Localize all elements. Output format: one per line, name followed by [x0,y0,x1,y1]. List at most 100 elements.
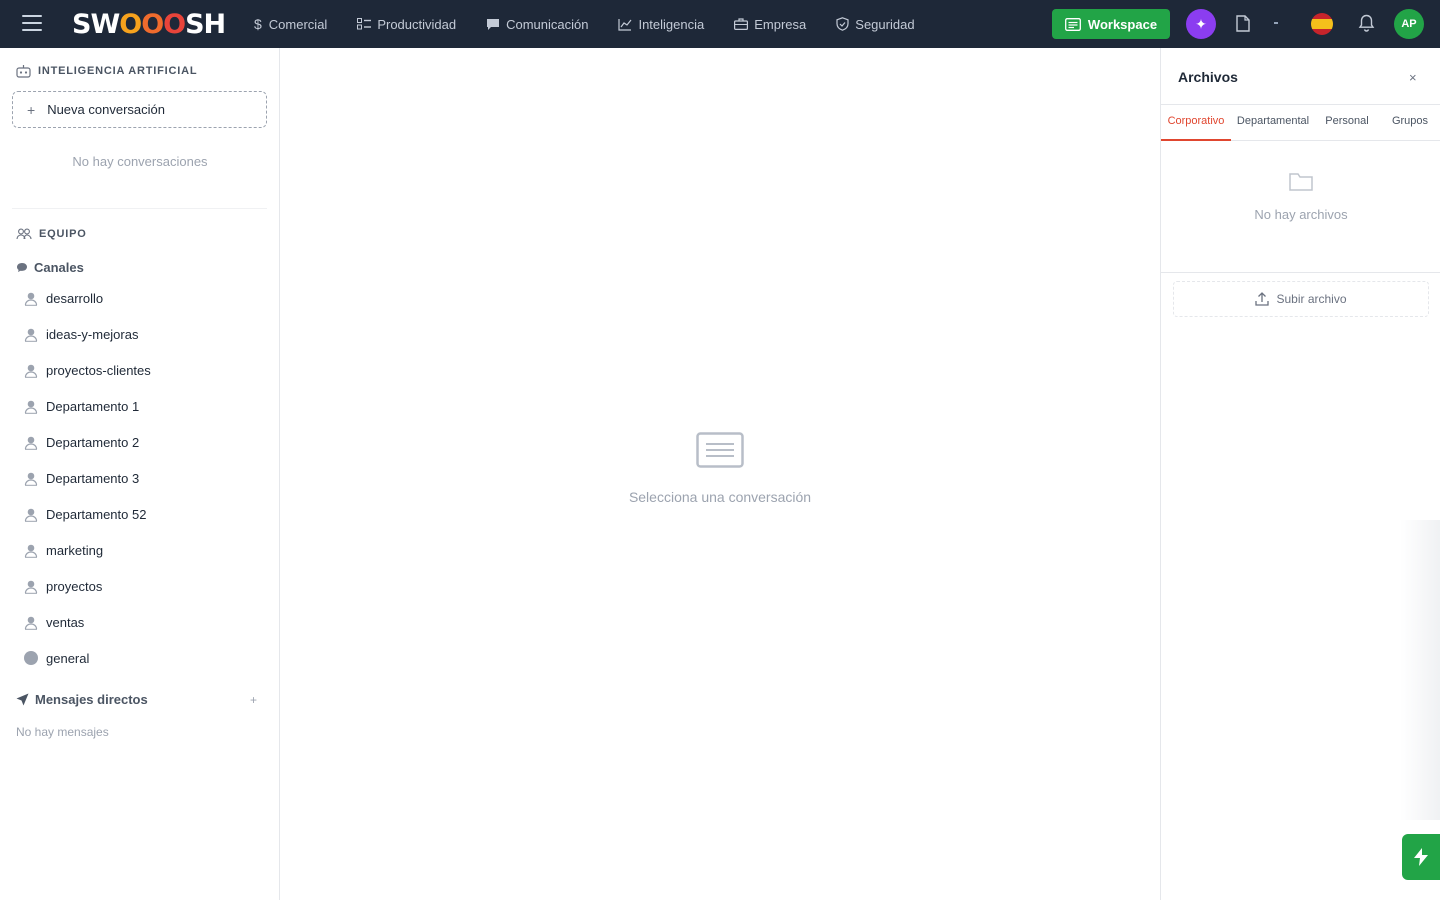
quick-actions-button[interactable] [1402,834,1440,880]
checklist-icon [357,18,372,30]
logo-letter: O [163,8,186,40]
lightning-icon [1414,848,1428,866]
user-icon [24,436,38,450]
channel-name: proyectos [46,578,103,594]
avatar-initials: AP [1401,18,1417,30]
empty-conversations-text: No hay conversaciones [72,154,208,169]
nav-label: Comunicación [506,16,589,32]
nav-seguridad[interactable]: Seguridad [836,16,915,32]
upload-file-button[interactable]: Subir archivo [1173,281,1429,317]
nav-label: Productividad [377,16,457,32]
channel-item[interactable]: Departamento 2 [24,432,139,452]
nav-label: Inteligencia [638,16,705,32]
user-avatar[interactable]: AP [1394,9,1424,39]
nav-inteligencia[interactable]: Inteligencia [618,17,704,32]
channel-item[interactable]: Departamento 3 [24,468,139,488]
workspace-label: Workspace [1087,16,1158,32]
new-conversation-button[interactable]: + Nueva conversación [12,91,267,128]
user-icon [24,508,38,522]
chat-bubble-icon [17,263,27,272]
user-icon [24,364,38,378]
workspace-button[interactable]: Workspace [1052,9,1170,39]
channel-name: Departamento 1 [46,398,140,414]
channel-name: Departamento 3 [46,470,140,486]
channel-item[interactable]: general [24,648,89,668]
language-flag-icon[interactable] [1311,13,1333,35]
channel-item[interactable]: proyectos-clientes [24,360,151,380]
send-icon [16,693,29,706]
logo-text-end: SH [185,8,226,40]
section-title-text: INTELIGENCIA ARTIFICIAL [38,65,198,77]
files-panel: Archivos × Corporativo Departamental Per… [1160,48,1440,900]
channel-name: Departamento 2 [46,434,140,450]
user-icon [24,616,38,630]
channel-item[interactable]: proyectos [24,576,102,596]
channels-header[interactable]: Canales [16,260,84,275]
plus-icon: + [27,101,36,118]
channel-item[interactable]: ventas [24,612,84,632]
empty-files-text: No hay archivos [1254,207,1348,222]
nav-productividad[interactable]: Productividad [357,17,456,32]
dropdown-indicator[interactable] [1274,22,1278,24]
channel-name: marketing [46,542,104,558]
ai-assistant-button[interactable]: ✦ [1186,9,1216,39]
logo-letter: O [119,8,142,40]
main-nav: $ Comercial Productividad Comunicación I… [254,0,945,48]
nav-label: Comercial [268,16,328,32]
chart-icon [618,18,632,31]
app-logo[interactable]: SW O O O SH [72,7,226,41]
conversation-area: Selecciona una conversación [280,48,1160,900]
channel-name: ideas-y-mejoras [46,326,139,342]
divider [1161,272,1440,273]
direct-messages-header[interactable]: Mensajes directos [16,692,148,707]
channel-name: Departamento 52 [46,506,147,522]
ai-section-title: INTELIGENCIA ARTIFICIAL [16,64,197,78]
user-icon [24,328,38,342]
add-direct-message-button[interactable]: + [250,693,257,707]
team-section-title: EQUIPO [16,228,87,240]
channel-item[interactable]: Departamento 52 [24,504,146,524]
channel-item[interactable]: Departamento 1 [24,396,139,416]
user-icon [24,580,38,594]
nav-empresa[interactable]: Empresa [734,17,806,32]
upload-file-label: Subir archivo [1276,292,1347,306]
logo-letter: O [141,8,164,40]
divider [12,208,267,209]
user-icon [24,292,38,306]
team-icon [16,228,32,240]
user-icon [24,472,38,486]
nav-comercial[interactable]: $ Comercial [254,16,327,32]
nav-comunicacion[interactable]: Comunicación [486,17,588,32]
close-icon[interactable]: × [1409,70,1417,85]
menu-icon[interactable] [22,15,42,33]
message-placeholder-icon [696,432,744,473]
nav-label: Empresa [754,16,807,32]
channel-item[interactable]: marketing [24,540,103,560]
folder-icon [1289,172,1313,197]
notifications-bell-icon[interactable] [1358,14,1375,38]
tab-departamental[interactable]: Departamental [1231,105,1315,141]
nav-label: Seguridad [855,16,915,32]
new-conversation-label: Nueva conversación [47,102,165,117]
workspace-icon [1064,17,1081,31]
channel-item[interactable]: desarrollo [24,288,103,308]
user-icon [24,400,38,414]
user-icon [24,544,38,558]
tab-corporativo[interactable]: Corporativo [1161,105,1231,141]
channels-label: Canales [34,260,84,275]
channel-name: desarrollo [46,290,104,306]
tab-personal[interactable]: Personal [1315,105,1379,141]
files-tabs: Corporativo Departamental Personal Grupo… [1161,105,1440,141]
robot-icon [16,65,31,78]
top-bar: SW O O O SH $ Comercial Productividad Comuni… [0,0,1440,48]
files-panel-title: Archivos [1178,69,1238,85]
tab-grupos[interactable]: Grupos [1379,105,1440,141]
channel-item[interactable]: ideas-y-mejoras [24,324,138,344]
drawer-shadow [1400,520,1440,820]
sparkle-icon: ✦ [1195,15,1207,32]
channel-name: general [46,650,90,666]
document-icon[interactable] [1236,15,1250,37]
briefcase-icon [734,18,749,30]
logo-text-start: SW [72,8,120,40]
empty-messages-text: No hay mensajes [16,725,109,739]
